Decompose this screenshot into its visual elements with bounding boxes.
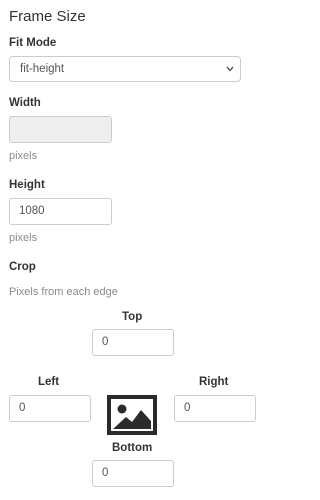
width-unit: pixels [9, 150, 38, 162]
width-input[interactable] [9, 116, 112, 143]
crop-label: Crop [9, 261, 36, 273]
height-unit: pixels [9, 232, 38, 244]
crop-right-input[interactable]: 0 [174, 395, 256, 422]
crop-left-label: Left [38, 376, 60, 388]
fit-mode-label: Fit Mode [9, 37, 57, 49]
fit-mode-select[interactable]: fit-height [9, 56, 241, 82]
crop-left-input[interactable]: 0 [9, 395, 91, 422]
crop-bottom-label: Bottom [112, 442, 153, 454]
panel-title: Frame Size [9, 8, 86, 25]
crop-bottom-input[interactable]: 0 [92, 460, 174, 487]
chevron-down-icon [226, 66, 234, 72]
height-input[interactable]: 1080 [9, 198, 112, 225]
image-icon [107, 395, 157, 435]
crop-help: Pixels from each edge [9, 286, 118, 298]
crop-top-input[interactable]: 0 [92, 329, 174, 356]
crop-top-label: Top [122, 311, 143, 323]
width-label: Width [9, 97, 41, 109]
fit-mode-value: fit-height [20, 63, 65, 75]
crop-right-label: Right [199, 376, 229, 388]
height-label: Height [9, 179, 45, 191]
